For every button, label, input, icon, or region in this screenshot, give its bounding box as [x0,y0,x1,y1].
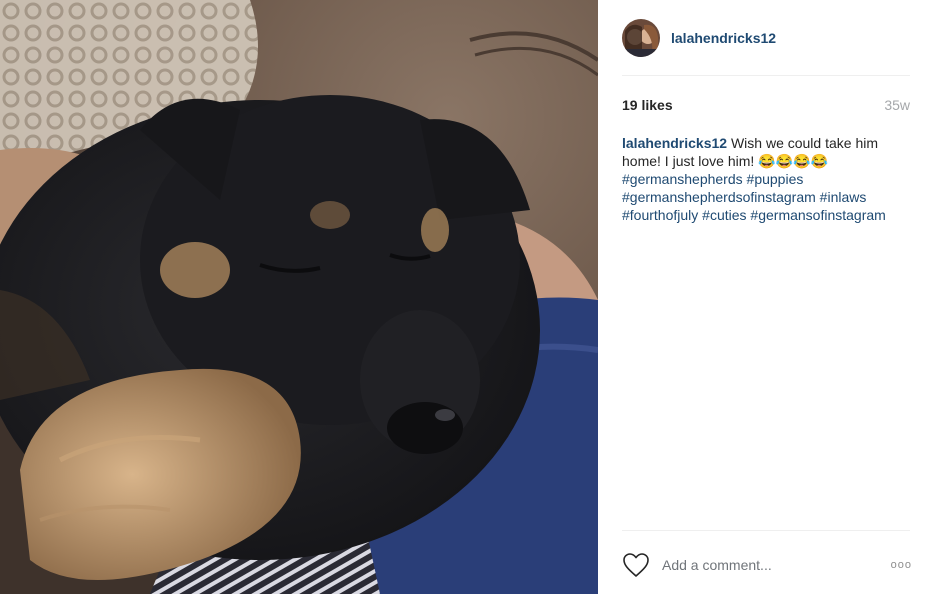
puppy-image [0,0,598,594]
hashtag-link[interactable]: #fourthofjuly [622,207,698,223]
post-caption: lalahendricks12 Wish we could take him h… [622,134,912,224]
more-options-icon[interactable]: ooo [891,559,912,571]
hashtag-link[interactable]: #inlaws [820,189,867,205]
avatar[interactable] [622,19,660,57]
post-photo[interactable] [0,0,598,594]
header-divider [622,75,910,76]
comment-input[interactable] [662,557,872,573]
post-header: lalahendricks12 [622,16,910,60]
caption-emoji: 😂😂😂😂 [758,153,828,169]
hashtag-link[interactable]: #germanshepherdsofinstagram [622,189,816,205]
avatar-image [622,19,660,57]
post-author-username[interactable]: lalahendricks12 [671,30,776,46]
comment-divider [622,530,910,531]
post-age[interactable]: 35w [884,97,910,113]
hashtag-link[interactable]: #germanshepherds [622,171,743,187]
hashtag-link[interactable]: #puppies [747,171,804,187]
hashtag-link[interactable]: #germansofinstagram [750,207,885,223]
post-stats: 19 likes 35w [622,97,910,113]
hashtag-link[interactable]: #cuties [702,207,746,223]
likes-count[interactable]: 19 likes [622,97,673,113]
caption-author[interactable]: lalahendricks12 [622,135,727,151]
post-details-panel: lalahendricks12 19 likes 35w lalahendric… [598,0,930,594]
comment-bar: ooo [622,549,912,581]
heart-icon[interactable] [622,552,650,578]
